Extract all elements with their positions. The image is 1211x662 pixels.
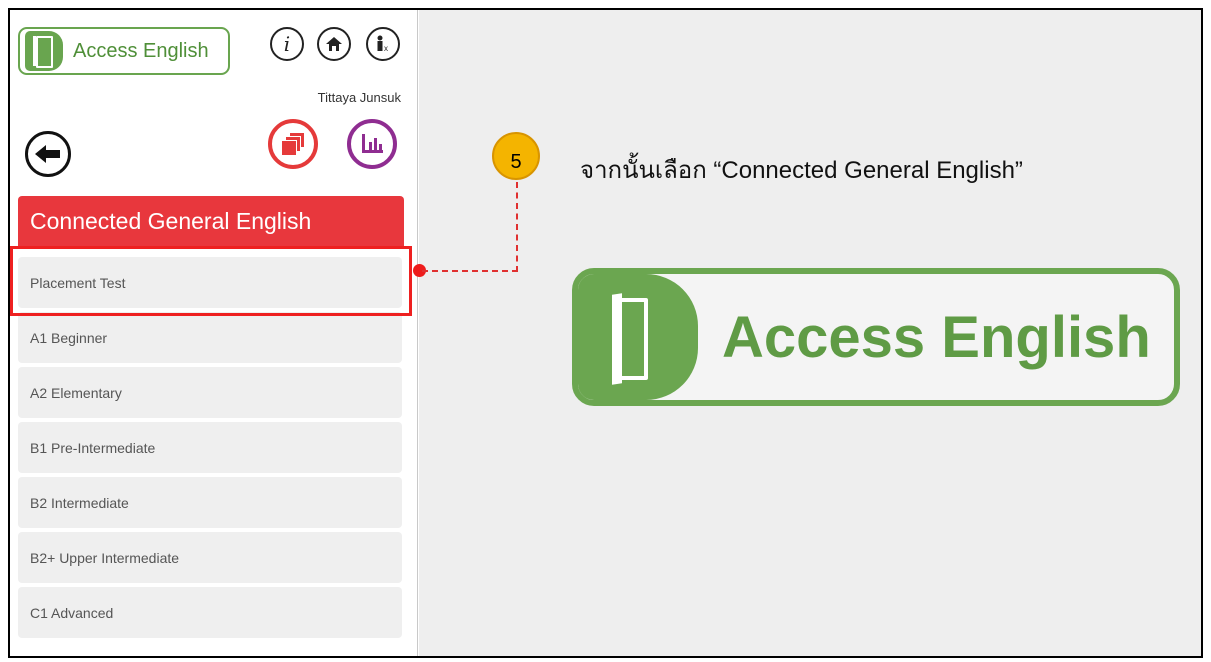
level-item-a1-beginner[interactable]: A1 Beginner [18,312,402,363]
bar-chart-glyph [362,134,383,153]
level-item-b2-intermediate[interactable]: B2 Intermediate [18,477,402,528]
arrow-left-glyph [35,145,60,163]
app-frame: Access English i x Tittaya Junsuk Connec… [8,8,1203,658]
home-glyph [326,37,342,51]
home-icon[interactable] [317,27,351,61]
callout-line-vertical [516,182,518,272]
courses-stack-icon[interactable] [268,119,318,169]
user-name: Tittaya Junsuk [317,90,401,105]
person-glyph: x [377,35,388,53]
level-item-b1-pre-intermediate[interactable]: B1 Pre-Intermediate [18,422,402,473]
svg-text:x: x [384,44,388,53]
info-icon[interactable]: i [270,27,304,61]
level-item-a2-elementary[interactable]: A2 Elementary [18,367,402,418]
access-english-logo: Access English [572,268,1180,406]
back-arrow-icon[interactable] [25,131,71,177]
course-title[interactable]: Connected General English [18,196,404,246]
level-item-b2plus-upper-intermediate[interactable]: B2+ Upper Intermediate [18,532,402,583]
app-logo-text: Access English [73,39,209,62]
callout-line-horizontal [422,270,518,272]
highlight-box [10,246,412,316]
door-icon [25,31,63,71]
door-icon [578,274,698,400]
level-item-c1-advanced[interactable]: C1 Advanced [18,587,402,638]
app-logo[interactable]: Access English [18,27,230,75]
stats-chart-icon[interactable] [347,119,397,169]
instruction-text: จากนั้นเลือก “Connected General English” [580,157,1023,184]
sidebar: Access English i x Tittaya Junsuk Connec… [10,10,418,656]
step-badge: 5 [492,132,540,180]
logo-text: Access English [722,304,1151,370]
person-info-icon[interactable]: x [366,27,400,61]
